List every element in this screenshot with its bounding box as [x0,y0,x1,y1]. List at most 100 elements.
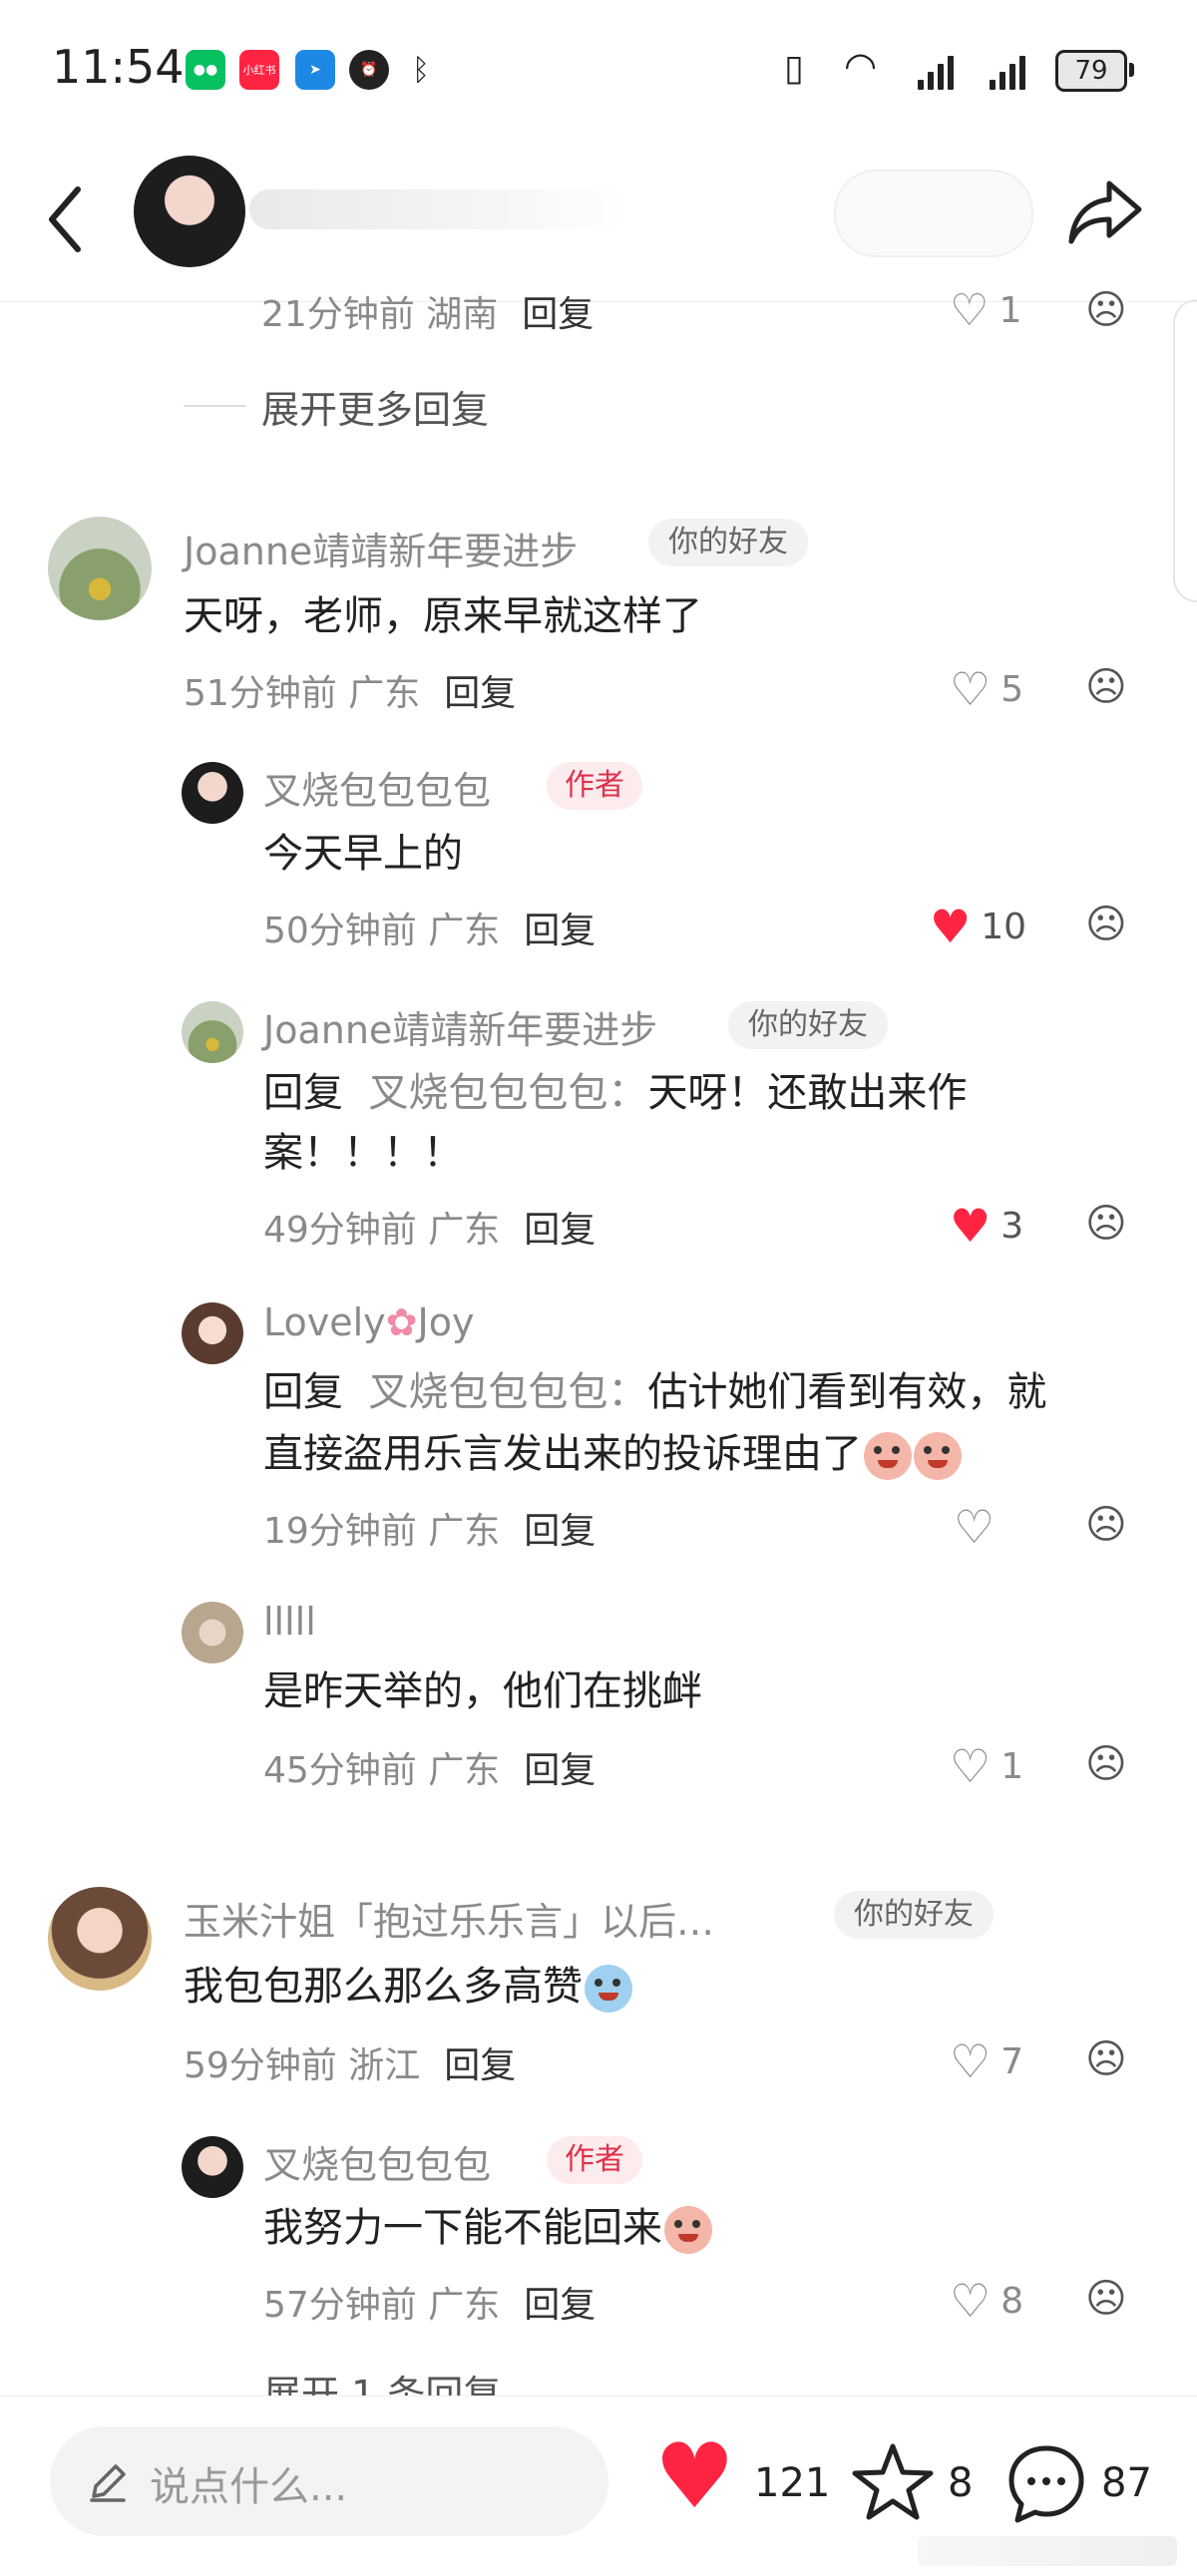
crying-emoji-icon [585,1965,632,2013]
dislike-icon[interactable]: ☹ [1085,2036,1127,2082]
reply-meta: 19分钟前 广东 回复 [263,1511,597,1552]
reply-avatar[interactable] [182,762,243,824]
back-icon[interactable] [40,180,90,259]
reply-text-line2: 案！！！！ [263,1130,463,1176]
navigation-icon: ➤ [295,50,335,90]
star-count: 8 [948,2460,974,2506]
reply-button[interactable]: 回复 [444,2045,516,2086]
like-button[interactable]: ♡ 5 [950,662,1023,716]
reply-text-line1: 回复 叉烧包包包包：估计她们看到有效，就 [263,1369,1047,1415]
heart-icon: ♡ [950,1739,992,1793]
watermark [918,2536,1177,2566]
reply-button[interactable]: 回复 [444,673,516,714]
commenter-name[interactable]: 玉米汁姐「抱过乐乐言」以后… [184,1891,714,1946]
author-badge: 作者 [547,762,642,810]
commenter-avatar[interactable] [48,1887,152,1991]
commenter-avatar[interactable] [48,517,152,620]
dislike-icon[interactable]: ☹ [1085,1502,1127,1548]
heart-icon: ♡ [950,285,990,336]
heart-icon: ♡ [954,1500,996,1554]
reply-text-line1: 回复 叉烧包包包包：天呀！还敢出来作 [263,1070,968,1116]
like-count: 121 [754,2460,831,2506]
like-button[interactable]: ♡ 1 [950,285,1021,336]
heart-filled-icon: ♥ [950,1199,992,1253]
comment-input[interactable]: 说点什么... [50,2426,608,2536]
reply-meta: 50分钟前 广东 回复 [263,911,597,951]
reply-avatar[interactable] [182,1001,243,1063]
xiaohongshu-icon: 小红书 [239,50,279,90]
reply-name[interactable]: Joanne靖靖新年要进步 [263,999,657,1054]
wechat-icon: ●● [186,50,225,90]
reply-button[interactable]: 回复 [524,1750,596,1791]
reply-name[interactable]: Lovely✿Joy [263,1300,474,1344]
reply-text: 今天早上的 [263,831,463,877]
like-button[interactable]: ♥ 3 [950,1199,1023,1253]
pencil-icon [90,2464,126,2502]
dislike-icon[interactable]: ☹ [1085,2276,1127,2322]
friend-badge: 你的好友 [834,1891,994,1939]
divider [184,405,245,407]
dislike-icon[interactable]: ☹ [1085,902,1127,947]
vibrate-icon: ▯ [784,48,804,89]
reply-text: 我努力一下能不能回来 [263,2198,712,2258]
author-badge: 作者 [547,2136,642,2184]
signal-icon-2 [990,50,1025,90]
bottom-bar: 说点什么... ♥ 121 8 87 [0,2395,1197,2576]
like-button[interactable]: ♡ 1 [950,1739,1023,1793]
battery-icon: 79 [1055,50,1134,92]
wifi-icon: ◠ [844,44,878,88]
heart-icon: ♡ [950,662,992,716]
friend-badge: 你的好友 [728,1001,888,1049]
heart-filled-icon: ♥ [930,900,972,953]
reply-button[interactable]: 回复 [524,911,596,951]
comment-meta: 59分钟前 浙江 回复 [184,2045,517,2086]
reply-button[interactable]: 回复 [524,2285,596,2326]
like-heart-icon[interactable]: ♥ [654,2432,735,2522]
reply-text: 是昨天举的，他们在挑衅 [263,1668,702,1714]
author-name-blurred [249,189,628,229]
alarm-icon: ⏰ [349,50,389,90]
reply-button[interactable]: 回复 [524,1511,596,1552]
reply-avatar[interactable] [182,2136,243,2198]
reply-name[interactable]: lllll [263,1600,316,1644]
comment-placeholder: 说点什么... [150,2464,348,2510]
like-button[interactable]: ♡ [954,1500,1004,1554]
side-scroll-handle[interactable] [1173,299,1197,602]
star-icon[interactable] [850,2440,936,2526]
follow-button-blurred[interactable] [834,170,1033,257]
like-button[interactable]: ♥ 10 [930,900,1026,953]
reply-name[interactable]: 叉烧包包包包 [263,760,491,815]
like-button[interactable]: ♡ 8 [950,2274,1023,2328]
like-button[interactable]: ♡ 7 [950,2034,1023,2088]
bluetooth-icon: ᛒ [401,50,441,90]
comment-count: 87 [1101,2460,1152,2506]
comment-text: 天呀，老师，原来早就这样了 [184,593,702,639]
reply-button[interactable]: 回复 [524,1210,596,1251]
comment-meta: 51分钟前 广东 回复 [184,673,517,714]
reply-avatar[interactable] [182,1602,243,1663]
share-icon[interactable] [1065,176,1145,247]
heart-icon: ♡ [950,2034,992,2088]
reply-avatar[interactable] [182,1302,243,1364]
dislike-icon[interactable]: ☹ [1085,287,1127,333]
partial-comment-meta: 21分钟前 湖南 回复 [261,294,595,335]
author-avatar[interactable] [134,156,245,267]
comment-icon[interactable] [1003,2440,1089,2526]
expand-more-replies[interactable]: 展开更多回复 [261,379,489,434]
status-bar: 11:54 ●● 小红书 ➤ ⏰ ᛒ ▯ ◠ 79 [0,0,1197,140]
sad-emoji-icon [664,2206,712,2254]
friend-badge: 你的好友 [648,519,808,566]
status-time: 11:54 [52,40,185,94]
commenter-name[interactable]: Joanne靖靖新年要进步 [184,521,578,575]
dislike-icon[interactable]: ☹ [1085,664,1127,710]
reply-text-line2: 直接盗用乐言发出来的投诉理由了 [263,1424,962,1484]
reply-name[interactable]: 叉烧包包包包 [263,2134,491,2189]
reply-meta: 45分钟前 广东 回复 [263,1750,597,1791]
dislike-icon[interactable]: ☹ [1085,1201,1127,1247]
reply-button[interactable]: 回复 [522,294,594,335]
sweat-emoji-icon [914,1432,962,1480]
dislike-icon[interactable]: ☹ [1085,1741,1127,1787]
signal-icon-1 [918,50,954,90]
heart-icon: ♡ [950,2274,992,2328]
flower-icon: ✿ [385,1300,418,1344]
